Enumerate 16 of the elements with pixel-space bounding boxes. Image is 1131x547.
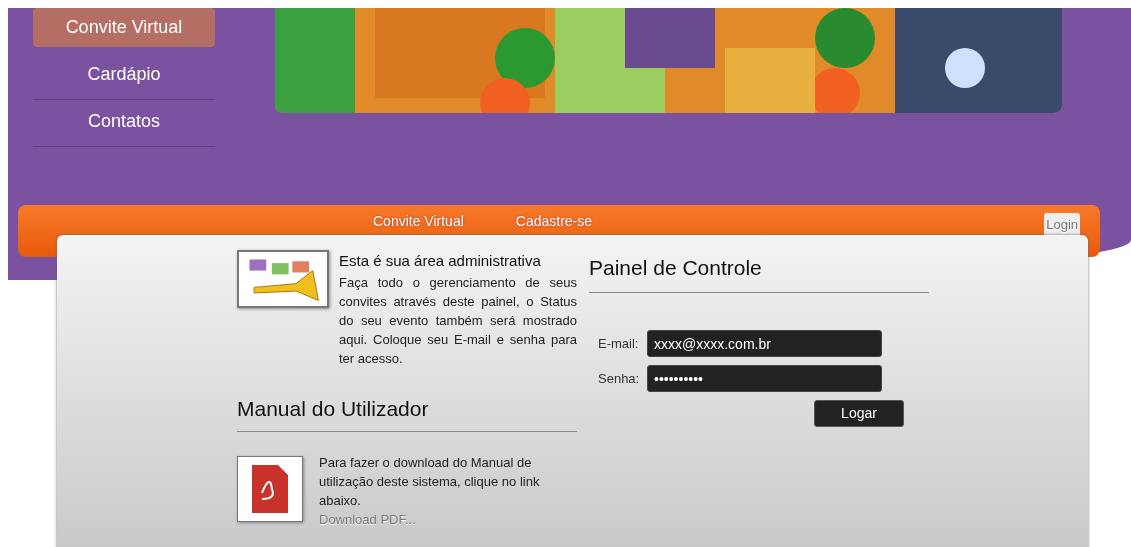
input-field[interactable]: xxxx@xxxx.com.br [647,330,882,358]
menu-item[interactable]: Convite Virtual [33,8,215,47]
intro-heading: Esta é sua área administrativa [339,251,542,271]
login-button[interactable]: Logar [814,400,904,428]
menu-item[interactable]: Contatos [33,100,215,147]
login-link[interactable]: Login [1044,213,1080,237]
field-label: E-mail: [597,334,640,353]
manual-heading: Manual do Utilizador [237,395,430,421]
manual-paragraph: Para fazer o download do Manual de utilização deste sistema, clique no link abaixo. [319,453,541,510]
panel-heading: Painel de Controle [589,255,763,281]
menu-item[interactable]: Cardápio [33,53,215,100]
pdf-icon [237,455,303,522]
trumpet-logo-icon [237,250,329,308]
input-field[interactable]: •••••••••• [647,365,882,393]
field-label: Senha: [597,369,641,388]
intro-paragraph: Faça todo o gerenciamento de seus convites através deste painel, o Status do seu evento também será mostrado aqui. Coloque seu E-mail e senha para ter acesso. [339,273,577,368]
